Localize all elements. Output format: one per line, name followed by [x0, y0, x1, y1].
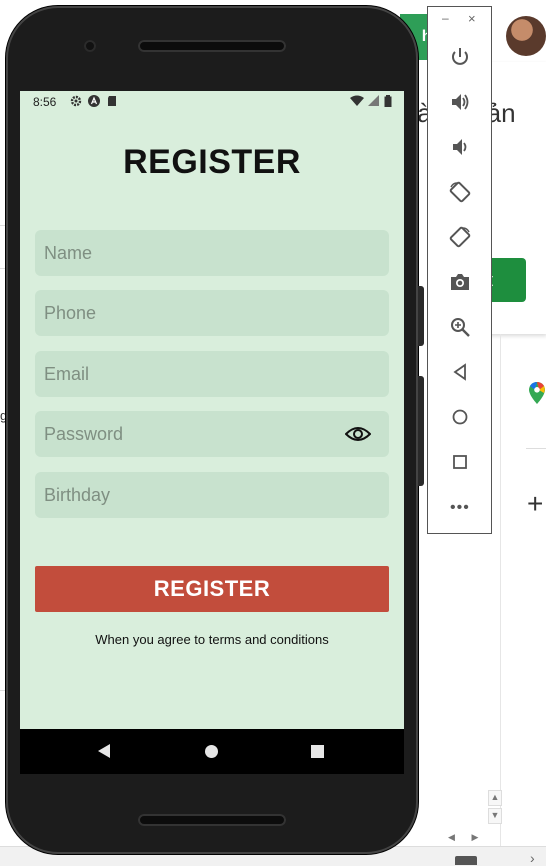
add-icon[interactable]: + — [527, 488, 543, 520]
eye-icon[interactable] — [345, 423, 371, 445]
overview-icon[interactable] — [446, 448, 474, 476]
rotate-right-icon[interactable] — [446, 223, 474, 251]
emulator-toolbar: – × ••• — [427, 6, 492, 534]
nav-back-icon[interactable] — [98, 744, 110, 758]
scrollbar[interactable]: ▲ ▼ — [488, 790, 502, 830]
volume-down-icon[interactable] — [446, 133, 474, 161]
battery-icon — [384, 95, 392, 107]
chevron-right-icon[interactable]: › — [530, 850, 535, 866]
bottom-speaker — [138, 814, 286, 826]
avatar[interactable] — [506, 16, 546, 56]
birthday-placeholder: Birthday — [44, 485, 111, 505]
signal-icon — [368, 95, 379, 106]
scroll-up-icon[interactable]: ▲ — [488, 790, 502, 806]
status-bar: 8:56 — [20, 91, 404, 113]
horizontal-scrollbar[interactable]: ◀ ▶ — [448, 832, 490, 846]
home-icon[interactable] — [446, 403, 474, 431]
back-icon[interactable] — [446, 358, 474, 386]
android-nav-bar — [20, 729, 404, 774]
background-divider-vertical — [500, 334, 501, 865]
close-button[interactable]: × — [468, 11, 476, 26]
phone-side-button — [418, 286, 424, 346]
camera-icon[interactable] — [446, 268, 474, 296]
settings-icon — [70, 95, 82, 107]
scroll-left-icon[interactable]: ◀ — [448, 832, 455, 842]
background-divider — [526, 448, 546, 449]
phone-input[interactable]: Phone — [35, 290, 389, 336]
register-button[interactable]: REGISTER — [35, 566, 389, 612]
email-placeholder: Email — [44, 364, 90, 384]
background-bottom-button[interactable] — [455, 856, 477, 865]
background-green-button[interactable]: t — [488, 258, 526, 302]
front-camera — [84, 40, 96, 52]
nav-recents-icon[interactable] — [311, 745, 324, 758]
wifi-icon — [350, 95, 364, 106]
phone-placeholder: Phone — [44, 303, 97, 323]
power-icon[interactable] — [446, 43, 474, 71]
email-input[interactable]: Email — [35, 351, 389, 397]
phone-side-button — [418, 376, 424, 486]
name-input[interactable]: Name — [35, 230, 389, 276]
scroll-right-icon[interactable]: ▶ — [471, 832, 478, 842]
phone-screen: 8:56 REGISTER Name Phone Email Password … — [20, 91, 404, 774]
password-input[interactable]: Password — [35, 411, 389, 457]
top-speaker — [138, 40, 286, 52]
zoom-icon[interactable] — [446, 313, 474, 341]
maps-icon[interactable] — [529, 382, 545, 404]
password-placeholder: Password — [44, 424, 124, 444]
minimize-button[interactable]: – — [442, 11, 449, 25]
status-time: 8:56 — [33, 95, 57, 109]
volume-up-icon[interactable] — [446, 88, 474, 116]
scroll-down-icon[interactable]: ▼ — [488, 808, 502, 824]
page-title: REGISTER — [123, 143, 301, 181]
rotate-left-icon[interactable] — [446, 178, 474, 206]
birthday-input[interactable]: Birthday — [35, 472, 389, 518]
terms-text: When you agree to terms and conditions — [95, 632, 329, 647]
name-placeholder: Name — [44, 243, 93, 263]
sd-card-icon — [108, 96, 116, 106]
nav-home-icon[interactable] — [205, 745, 218, 758]
notification-a-icon — [88, 95, 100, 107]
more-icon[interactable]: ••• — [450, 499, 470, 517]
